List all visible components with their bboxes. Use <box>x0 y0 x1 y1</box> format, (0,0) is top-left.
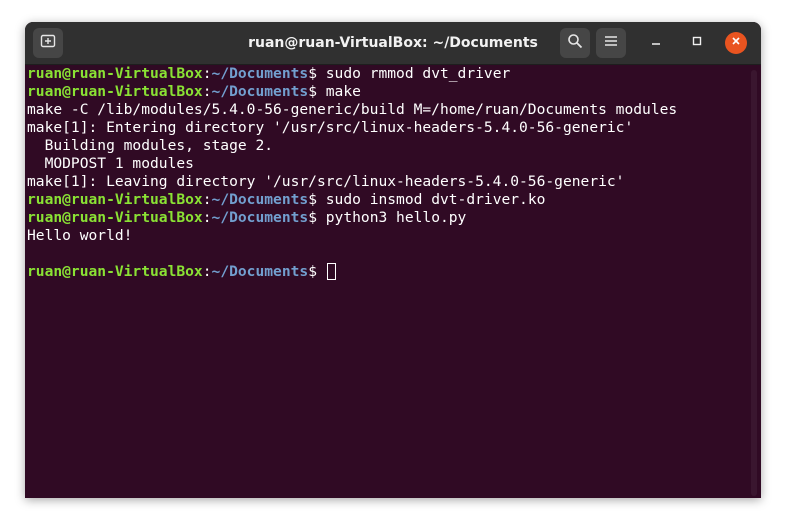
maximize-button[interactable] <box>686 32 708 54</box>
command-text: sudo rmmod dvt_driver <box>325 65 511 82</box>
output-text: make -C /lib/modules/5.4.0-56-generic/bu… <box>27 101 678 118</box>
prompt-dollar: $ <box>308 191 326 208</box>
prompt-path: ~/Documents <box>211 83 309 100</box>
prompt-user-host: ruan@ruan-VirtualBox <box>27 83 203 100</box>
prompt-colon: : <box>202 263 212 280</box>
new-tab-button[interactable] <box>33 28 63 58</box>
close-button[interactable] <box>725 32 747 54</box>
output-text: make[1]: Leaving directory '/usr/src/lin… <box>27 173 625 190</box>
command-text: python3 hello.py <box>325 209 467 226</box>
terminal-line: Hello world! <box>27 227 761 245</box>
prompt-path: ~/Documents <box>211 191 309 208</box>
minimize-button[interactable] <box>645 32 667 54</box>
close-icon <box>730 34 742 52</box>
terminal-output[interactable]: ruan@ruan-VirtualBox:~/Documents$ sudo r… <box>25 65 761 498</box>
command-text: sudo insmod dvt-driver.ko <box>325 191 546 208</box>
terminal-line: MODPOST 1 modules <box>27 155 761 173</box>
prompt-path: ~/Documents <box>211 65 309 82</box>
prompt-user-host: ruan@ruan-VirtualBox <box>27 65 203 82</box>
prompt-dollar: $ <box>308 209 326 226</box>
prompt-user-host: ruan@ruan-VirtualBox <box>27 191 203 208</box>
terminal-line: ruan@ruan-VirtualBox:~/Documents$ <box>27 263 761 281</box>
terminal-line: ruan@ruan-VirtualBox:~/Documents$ sudo i… <box>27 191 761 209</box>
prompt-colon: : <box>202 65 212 82</box>
prompt-path: ~/Documents <box>211 209 309 226</box>
search-button[interactable] <box>560 28 590 58</box>
prompt-user-host: ruan@ruan-VirtualBox <box>27 209 203 226</box>
terminal-line: ruan@ruan-VirtualBox:~/Documents$ python… <box>27 209 761 227</box>
command-text: make <box>325 83 361 100</box>
prompt-colon: : <box>202 191 212 208</box>
prompt-user-host: ruan@ruan-VirtualBox <box>27 263 203 280</box>
terminal-window: ruan@ruan-VirtualBox: ~/Documents ruan@r… <box>25 22 761 498</box>
terminal-line: ruan@ruan-VirtualBox:~/Documents$ make <box>27 83 761 101</box>
prompt-dollar: $ <box>308 263 326 280</box>
prompt-path: ~/Documents <box>211 263 309 280</box>
hamburger-menu-icon <box>604 34 618 52</box>
prompt-dollar: $ <box>308 65 326 82</box>
prompt-dollar: $ <box>308 83 326 100</box>
output-text: Hello world! <box>27 227 133 244</box>
menu-button[interactable] <box>596 28 626 58</box>
prompt-colon: : <box>202 209 212 226</box>
terminal-line: ruan@ruan-VirtualBox:~/Documents$ sudo r… <box>27 65 761 83</box>
maximize-icon <box>691 34 703 52</box>
output-text: make[1]: Entering directory '/usr/src/li… <box>27 119 634 136</box>
output-text: Building modules, stage 2. <box>27 137 274 154</box>
search-icon <box>567 33 583 54</box>
scrollbar[interactable] <box>751 70 757 496</box>
prompt-colon: : <box>202 83 212 100</box>
terminal-line: make[1]: Leaving directory '/usr/src/lin… <box>27 173 761 191</box>
terminal-line: Building modules, stage 2. <box>27 137 761 155</box>
terminal-line: make[1]: Entering directory '/usr/src/li… <box>27 119 761 137</box>
minimize-icon <box>650 34 662 52</box>
new-tab-icon <box>40 33 56 54</box>
output-text: MODPOST 1 modules <box>27 155 194 172</box>
title-bar[interactable]: ruan@ruan-VirtualBox: ~/Documents <box>25 22 761 65</box>
terminal-line: make -C /lib/modules/5.4.0-56-generic/bu… <box>27 101 761 119</box>
text-cursor[interactable] <box>326 263 336 280</box>
